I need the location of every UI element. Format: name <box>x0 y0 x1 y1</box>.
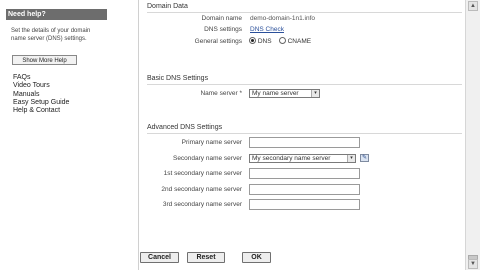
name-server-select[interactable]: My name server ▾ <box>249 89 320 98</box>
help-description: Set the details of your domain name serv… <box>11 28 91 42</box>
name-server-value: My name server <box>252 90 299 97</box>
show-more-help-button[interactable]: Show More Help <box>12 55 77 65</box>
section-divider <box>147 84 462 85</box>
secondary-name-server-select[interactable]: My secondary name server ▾ <box>249 154 356 163</box>
help-link-manuals[interactable]: Manuals <box>13 91 69 99</box>
help-header: Need help? <box>6 9 107 20</box>
help-link-help-contact[interactable]: Help & Contact <box>13 107 69 115</box>
secondary-name-server-value: My secondary name server <box>252 155 331 162</box>
second-secondary-label: 2nd secondary name server <box>161 186 242 193</box>
first-secondary-label: 1st secondary name server <box>163 170 242 177</box>
help-link-video-tours[interactable]: Video Tours <box>13 82 69 90</box>
third-secondary-input[interactable] <box>249 199 360 210</box>
ok-button[interactable]: OK <box>242 252 271 263</box>
dns-radio-label: DNS <box>257 38 272 46</box>
help-links: FAQs Video Tours Manuals Easy Setup Guid… <box>13 74 69 115</box>
basic-dns-title: Basic DNS Settings <box>147 75 209 82</box>
domain-data-title: Domain Data <box>147 3 188 10</box>
cname-radio-label: CNAME <box>287 38 312 46</box>
scroll-down-icon[interactable]: ▼ <box>468 259 478 269</box>
section-divider <box>147 133 462 134</box>
primary-name-server-input[interactable] <box>249 137 360 148</box>
help-link-easy-setup-guide[interactable]: Easy Setup Guide <box>13 99 69 107</box>
advanced-dns-title: Advanced DNS Settings <box>147 124 223 131</box>
cancel-button[interactable]: Cancel <box>140 252 179 263</box>
help-sidebar: Need help? Set the details of your domai… <box>0 0 110 270</box>
general-settings-label: General settings <box>194 38 242 45</box>
name-server-label: Name server * <box>200 90 242 97</box>
second-secondary-input[interactable] <box>249 184 360 195</box>
first-secondary-input[interactable] <box>249 168 360 179</box>
help-link-faqs[interactable]: FAQs <box>13 74 69 82</box>
general-settings-radios: DNS CNAME <box>249 37 312 46</box>
primary-name-server-label: Primary name server <box>181 139 242 146</box>
domain-name-label: Domain name <box>201 15 242 22</box>
dns-settings-label: DNS settings <box>204 26 242 33</box>
dns-radio[interactable] <box>249 37 256 44</box>
edit-icon[interactable]: ✎ <box>360 154 369 162</box>
reset-button[interactable]: Reset <box>187 252 225 263</box>
third-secondary-label: 3rd secondary name server <box>162 201 242 208</box>
dns-check-link[interactable]: DNS Check <box>250 26 284 33</box>
chevron-down-icon: ▾ <box>347 155 355 162</box>
cname-radio[interactable] <box>278 37 286 44</box>
vertical-scrollbar[interactable]: ▲ ▼ <box>465 0 480 270</box>
section-divider <box>147 12 462 13</box>
dns-settings-panel: Domain Data Domain name demo-domain-1n1.… <box>138 0 466 270</box>
chevron-down-icon: ▾ <box>311 90 319 97</box>
scroll-up-icon[interactable]: ▲ <box>468 1 478 11</box>
domain-name-value: demo-domain-1n1.info <box>250 15 316 22</box>
secondary-name-server-label: Secondary name server <box>172 155 242 162</box>
